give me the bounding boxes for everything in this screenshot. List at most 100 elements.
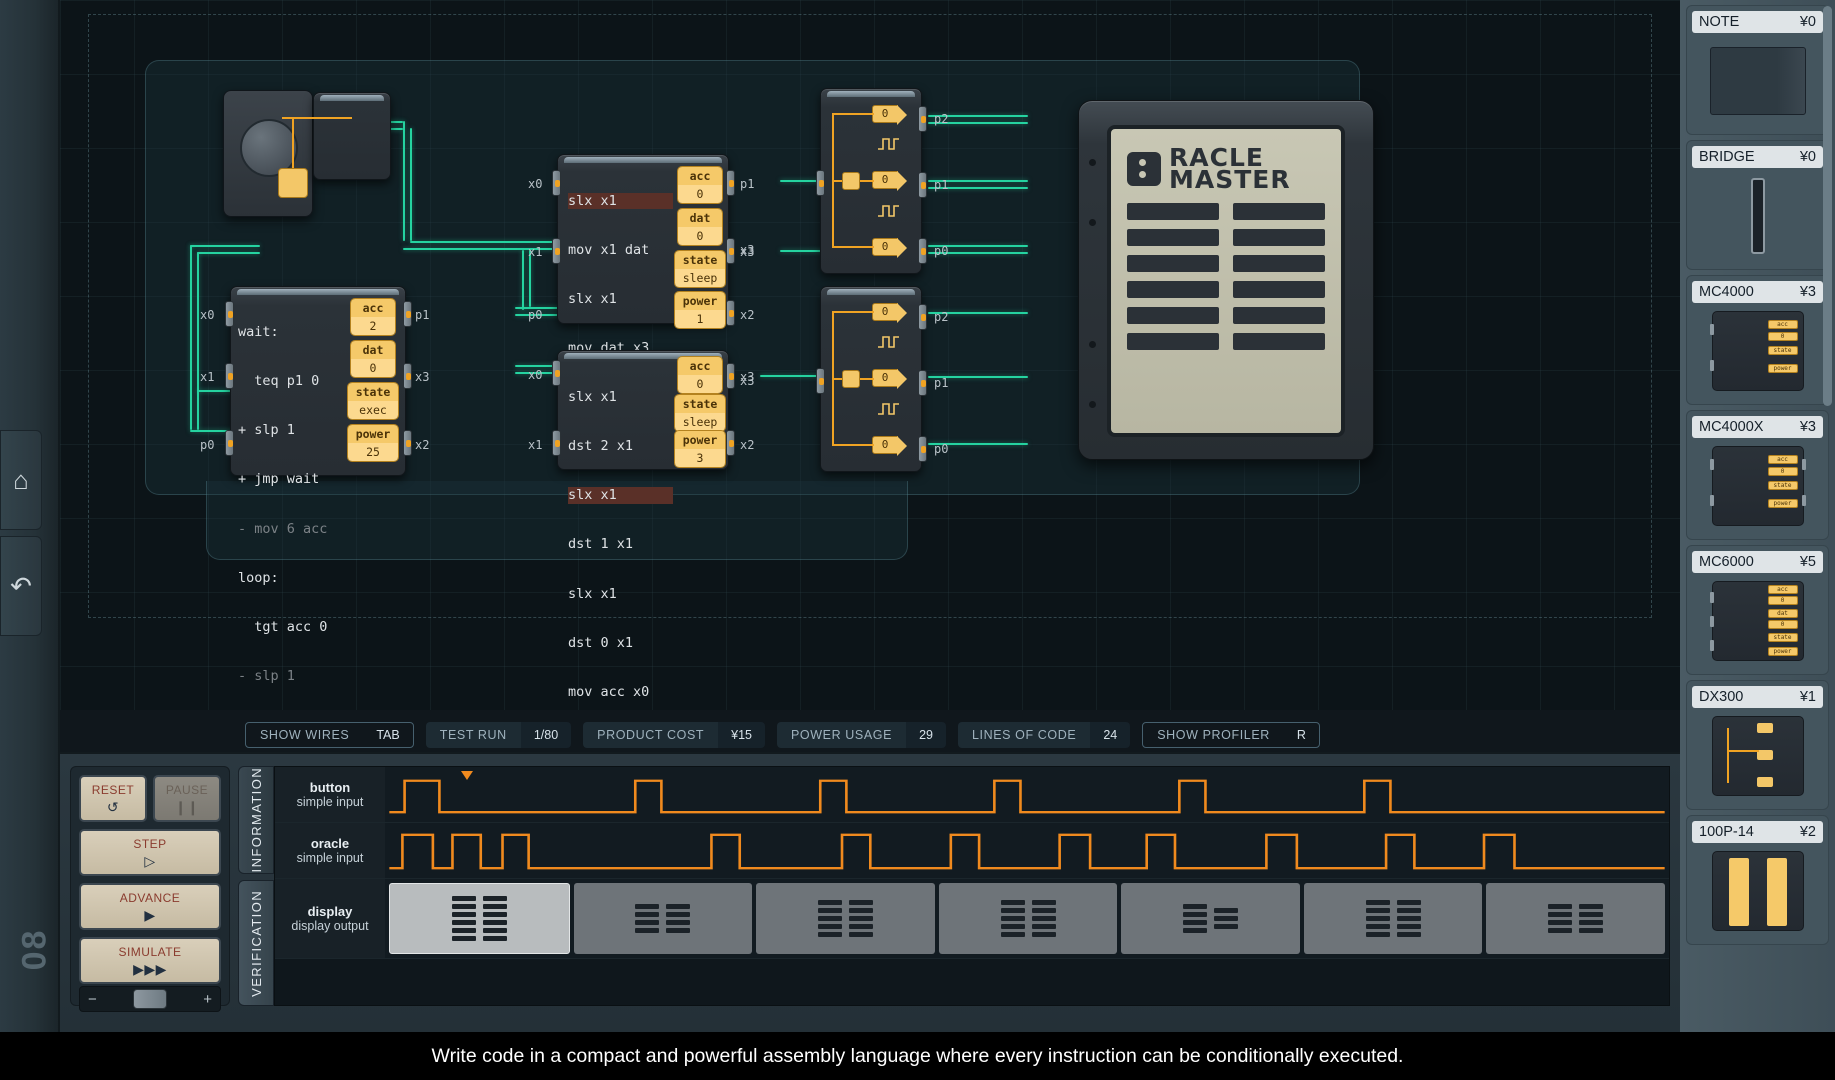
port-pin[interactable] [726,363,735,389]
port-pin[interactable] [816,368,825,394]
port-pin[interactable] [816,170,825,196]
side-tabs: INFORMATION VERIFICATION [238,766,274,1006]
register-value: 2 [351,317,395,335]
part-card-dx300[interactable]: DX300 ¥1 [1686,680,1829,810]
toolbar-lines-of-code: LINES OF CODE 24 [958,722,1130,748]
timing-diagram[interactable]: button simple input oracle simple input … [274,766,1670,1006]
dx300-gate[interactable]: 0 [872,171,898,189]
display-frame[interactable] [574,883,753,954]
display-frame[interactable] [1304,883,1483,954]
port-pin[interactable] [918,238,927,264]
part-card-note[interactable]: NOTE ¥0 [1686,5,1829,135]
code-editor-mc4000x[interactable]: slx x1 dst 2 x1 slx x1 dst 1 x1 slx x1 d… [568,356,673,710]
button-token[interactable] [278,168,308,198]
display-bar [452,904,476,909]
bus-junction[interactable] [842,172,860,190]
tab-verification[interactable]: VERIFICATION [238,880,274,1006]
display-bar [635,912,659,917]
display-bar [1032,924,1056,929]
port-pin[interactable] [403,301,412,327]
display-bar [1001,932,1025,937]
dx300-gate[interactable]: 0 [872,436,898,454]
display-frame[interactable] [1486,883,1665,954]
scope-row-oracle: oracle simple input [275,823,1669,879]
display-bar [1001,900,1025,905]
port-pin[interactable] [726,430,735,456]
part-card-mc4000x[interactable]: MC4000X ¥3 acc 0 state power [1686,410,1829,540]
part-card-100p-14[interactable]: 100P-14 ¥2 [1686,815,1829,945]
tab-information[interactable]: INFORMATION [238,766,274,874]
step-icon: ▷ [81,853,219,870]
port-pin[interactable] [225,363,234,389]
port-pin[interactable] [726,238,735,264]
port-pin[interactable] [726,300,735,326]
port-pin[interactable] [918,370,927,396]
register-value: 0 [678,185,722,203]
input-socket-module[interactable] [313,92,391,180]
port-pin[interactable] [726,170,735,196]
speed-increase-icon[interactable]: + [203,991,212,1008]
port-pin[interactable] [918,106,927,132]
toolbar-show-wires[interactable]: SHOW WIRES TAB [245,722,414,748]
display-frame[interactable] [389,883,570,954]
dx300-gate[interactable]: 0 [872,303,898,321]
display-column [849,900,873,937]
toolbar-power-usage: POWER USAGE 29 [777,722,946,748]
port-pin[interactable] [918,172,927,198]
port-pin[interactable] [552,360,561,386]
code-line: mov x1 dat [568,242,673,258]
speed-slider[interactable]: − + [79,986,221,1012]
display-bar [1366,932,1390,937]
parts-sidebar[interactable]: NOTE ¥0 BRIDGE ¥0 MC4000 ¥3 acc 0 state … [1680,0,1835,1080]
reset-button[interactable]: RESET ↺ [79,775,147,822]
sidebar-scrollbar[interactable] [1823,6,1832,406]
port-pin[interactable] [225,301,234,327]
display-frame[interactable] [756,883,935,954]
step-button[interactable]: STEP ▷ [79,829,221,876]
port-pin[interactable] [225,430,234,456]
device-oracle-master[interactable]: RACLE MASTER [1078,100,1374,460]
dx300-gate[interactable]: 0 [872,105,898,123]
simulate-button[interactable]: SIMULATE ▶▶▶ [79,937,221,984]
port-pin[interactable] [403,363,412,389]
port-pin[interactable] [552,238,561,264]
undo-button[interactable]: ↶ [0,536,42,636]
waveform-icon [878,401,900,417]
signal-type: simple input [297,795,364,809]
display-bar [1001,916,1025,921]
display-bar [1366,916,1390,921]
speed-decrease-icon[interactable]: − [88,991,97,1008]
port-pin[interactable] [552,430,561,456]
toolbar-show-profiler[interactable]: SHOW PROFILER R [1142,722,1320,748]
dx300-gate[interactable]: 0 [872,238,898,256]
pause-button[interactable]: PAUSE ❙❙ [153,775,221,822]
port-pin[interactable] [403,430,412,456]
port-pin[interactable] [918,304,927,330]
register-value: 25 [348,443,398,461]
part-card-bridge[interactable]: BRIDGE ¥0 [1686,140,1829,270]
display-frame[interactable] [939,883,1118,954]
part-card-mc6000[interactable]: MC6000 ¥5 acc 0 dat 0 state power [1686,545,1829,675]
part-card-mc4000[interactable]: MC4000 ¥3 acc 0 state power [1686,275,1829,405]
display-output-strip[interactable] [385,879,1669,958]
port-pin[interactable] [552,170,561,196]
register-dat: dat 0 [350,340,396,378]
code-line: wait: [238,324,346,340]
chip-top-edge [827,289,915,295]
signal-type: display output [291,919,368,933]
code-editor-mc6000-left[interactable]: wait: teq p1 0 + slp 1 + jmp wait - mov … [238,291,346,710]
toolbar-product-cost: PRODUCT COST ¥15 [583,722,765,748]
port-pin[interactable] [918,436,927,462]
display-bar [1233,307,1325,324]
home-button[interactable]: ⌂ [0,430,42,530]
display-column [1183,904,1207,933]
display-frame[interactable] [1121,883,1300,954]
register-acc: acc 2 [350,298,396,336]
circuit-board[interactable]: wait: teq p1 0 + slp 1 + jmp wait - mov … [60,0,1680,710]
slider-knob[interactable] [133,989,167,1009]
register-power: power 1 [674,291,726,329]
advance-button[interactable]: ADVANCE ▶ [79,883,221,930]
part-header: MC4000X ¥3 [1692,416,1823,438]
bus-junction[interactable] [842,370,860,388]
dx300-gate[interactable]: 0 [872,369,898,387]
